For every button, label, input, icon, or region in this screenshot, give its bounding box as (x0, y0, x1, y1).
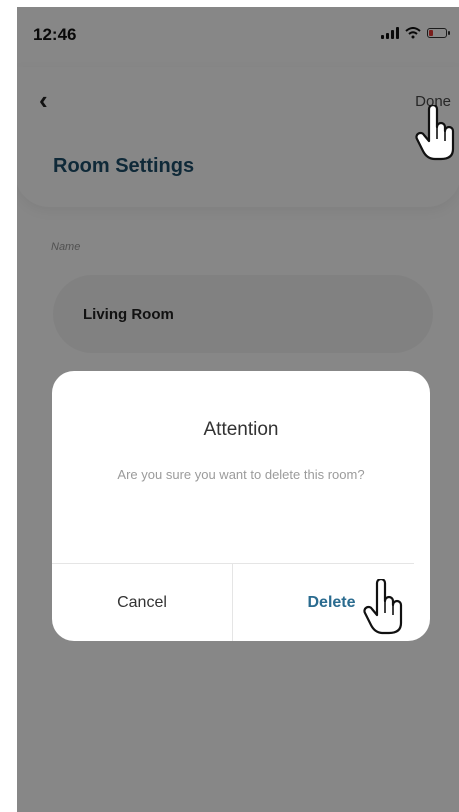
dialog-title: Attention (203, 419, 279, 440)
dialog-message: Are you sure you want to delete this roo… (117, 467, 365, 482)
cancel-button[interactable]: Cancel (52, 564, 232, 641)
hand-cursor-icon (363, 579, 403, 635)
phone-screen: 12:46 ‹ Done Room Settings Name Living R… (17, 7, 459, 812)
hand-cursor-icon (415, 105, 455, 161)
